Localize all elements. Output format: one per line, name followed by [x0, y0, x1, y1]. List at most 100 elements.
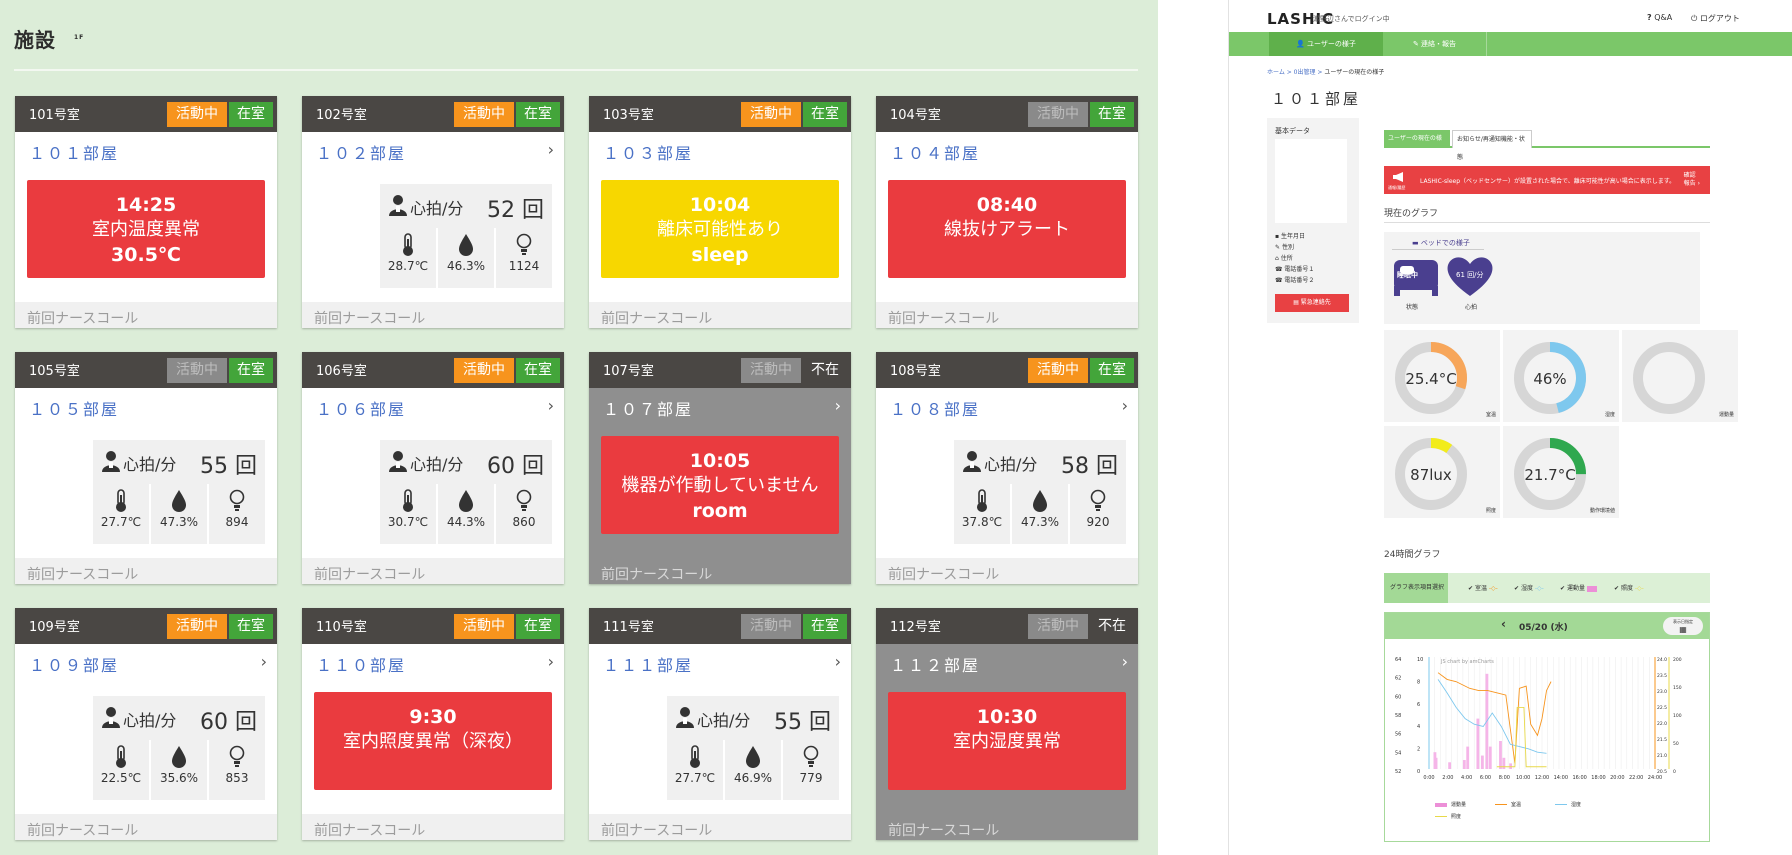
alert-box[interactable]: 9:30 室内照度異常（深夜） — [314, 692, 552, 790]
chevron-right-icon[interactable]: › — [261, 652, 267, 671]
donut-gauge — [1633, 342, 1705, 414]
alert-box[interactable]: 10:30 室内湿度異常 — [888, 692, 1126, 790]
temperature-cell: 28.7℃ — [380, 228, 436, 288]
room-card[interactable]: 103号室 活動中 在室 １０３部屋 10:04 離床可能性あり sleep 前回ナースコール — [589, 96, 851, 328]
lux-cell: 1124 — [496, 228, 552, 288]
heart-rate-value: 52 回 — [486, 198, 544, 223]
alert-time: 10:04 — [689, 194, 751, 216]
breadcrumb-home[interactable]: ホーム — [1267, 69, 1285, 76]
nav-contact[interactable]: ✎ 連絡・報告 — [1383, 32, 1487, 56]
alert-banner[interactable]: 通報/履歴 LASHIC-sleep（ベッドセンサー）が設置された場合で、離床可… — [1384, 166, 1710, 194]
humidity-cell: 47.3% — [151, 484, 207, 544]
gauge-label: 照度 — [1485, 508, 1496, 514]
filter-lux[interactable]: ✔ 照度 -◇- — [1614, 583, 1644, 592]
chevron-right-icon[interactable]: › — [1122, 652, 1128, 671]
logout-link[interactable]: ⏻ ログアウト — [1691, 13, 1740, 24]
heart-rate-row: 心拍/分 52 回 — [380, 184, 552, 227]
temperature-cell: 22.5℃ — [93, 740, 149, 800]
room-card[interactable]: 107号室 活動中 不在 １０７部屋 › 10:05 機器が作動していません room 前回ナー… — [589, 352, 851, 584]
filter-humidity[interactable]: ✔ 湿度 -◇- — [1514, 583, 1544, 592]
chevron-right-icon[interactable]: › — [548, 140, 554, 159]
room-name-link[interactable]: １１０部屋 — [316, 652, 406, 676]
room-card[interactable]: 105号室 活動中 在室 １０５部屋 心拍/分 55 回 27.7℃ 47.3% 894 前回ナー… — [15, 352, 277, 584]
room-card[interactable]: 106号室 活動中 在室 １０６部屋 › 心拍/分 60 回 30.7℃ 44.3% 860 前回ナ… — [302, 352, 564, 584]
date-picker-button[interactable]: 表示日指定 ▦ — [1663, 617, 1703, 635]
lux-cell: 853 — [209, 740, 265, 800]
person-icon — [962, 450, 982, 472]
phone1-row: ☎ 電話番号１ — [1275, 266, 1315, 273]
room-card[interactable]: 109号室 活動中 在室 １０９部屋 › 心拍/分 60 回 22.5℃ 35.6% 853 前回ナ… — [15, 608, 277, 840]
room-name-link[interactable]: １０１部屋 — [29, 140, 119, 164]
alert-box[interactable]: 14:25 室内温度異常 30.5℃ — [27, 180, 265, 278]
gauge-tile: 運動量 — [1622, 330, 1738, 422]
alert-confirm-link[interactable]: 確認 報告 › — [1684, 172, 1700, 188]
y-tick-label: 50 — [1673, 741, 1679, 747]
alert-message: LASHIC-sleep（ベッドセンサー）が設置された場合で、離床可能性が高い場… — [1420, 178, 1676, 185]
tab-current-state[interactable]: ユーザーの現在の様子 — [1384, 130, 1450, 160]
lux-cell: 920 — [1070, 484, 1126, 544]
room-card[interactable]: 104号室 活動中 在室 １０４部屋 08:40 線抜けアラート 前回ナースコール — [876, 96, 1138, 328]
humidity-cell: 35.6% — [151, 740, 207, 800]
section-divider — [1384, 222, 1710, 223]
nav-users[interactable]: 👤 ユーザーの様子 — [1269, 32, 1383, 56]
room-name-link[interactable]: １０３部屋 — [603, 140, 693, 164]
x-tick-label: 10:00 — [1516, 775, 1530, 781]
gauge-label: 室温 — [1485, 412, 1496, 418]
room-card[interactable]: 102号室 活動中 在室 １０２部屋 › 心拍/分 52 回 28.7℃ 46.3% 1124 前回… — [302, 96, 564, 328]
room-name-link[interactable]: １１１部屋 — [603, 652, 693, 676]
room-card[interactable]: 112号室 活動中 不在 １１２部屋 › 10:30 室内湿度異常 前回ナースコール — [876, 608, 1138, 840]
chevron-right-icon[interactable]: › — [1122, 396, 1128, 415]
alert-message: 室内湿度異常 — [953, 731, 1061, 752]
activity-bar — [1499, 741, 1502, 769]
room-name-link[interactable]: １０７部屋 — [603, 396, 693, 420]
legend-activity: 運動量 — [1435, 801, 1466, 808]
room-number: 112号室 — [890, 620, 941, 635]
y-tick-label: 21.5 — [1657, 737, 1667, 743]
room-card[interactable]: 101号室 活動中 在室 １０１部屋 14:25 室内温度異常 30.5℃ 前回ナースコール — [15, 96, 277, 328]
room-name-link[interactable]: １０４部屋 — [890, 140, 980, 164]
bed-state-label: 状態 — [1406, 304, 1419, 311]
room-number: 104号室 — [890, 108, 941, 123]
last-nurse-call: 前回ナースコール — [589, 558, 851, 584]
qa-link[interactable]: ? Q&A — [1647, 13, 1672, 22]
last-nurse-call: 前回ナースコール — [876, 814, 1138, 840]
tab-notifications[interactable]: お知らせ/再通知機能・状態 — [1452, 130, 1532, 161]
alert-box[interactable]: 10:05 機器が作動していません room — [601, 436, 839, 534]
room-name-link[interactable]: １１２部屋 — [890, 652, 980, 676]
alert-box[interactable]: 08:40 線抜けアラート — [888, 180, 1126, 278]
activity-badge: 活動中 — [454, 614, 514, 639]
gauge-tile: 25.4°C 室温 — [1384, 330, 1500, 422]
chevron-right-icon[interactable]: › — [548, 652, 554, 671]
room-name-link[interactable]: １０５部屋 — [29, 396, 119, 420]
chevron-right-icon[interactable]: › — [548, 396, 554, 415]
chevron-right-icon[interactable]: › — [835, 652, 841, 671]
room-card[interactable]: 110号室 活動中 在室 １１０部屋 › 9:30 室内照度異常（深夜） 前回ナースコール — [302, 608, 564, 840]
room-name-link[interactable]: １０９部屋 — [29, 652, 119, 676]
thermometer-icon — [93, 745, 149, 769]
breadcrumb-list[interactable]: 0出管理 — [1294, 69, 1316, 76]
alert-box[interactable]: 10:04 離床可能性あり sleep — [601, 180, 839, 278]
last-nurse-call: 前回ナースコール — [589, 302, 851, 328]
x-tick-label: 22:00 — [1629, 775, 1643, 781]
alert-extra: room — [692, 500, 748, 522]
chevron-right-icon[interactable]: › — [835, 396, 841, 415]
last-nurse-call: 前回ナースコール — [15, 558, 277, 584]
room-name-link[interactable]: １０８部屋 — [890, 396, 980, 420]
room-name-link[interactable]: １０２部屋 — [316, 140, 406, 164]
alert-message: 室内照度異常（深夜） — [343, 731, 523, 752]
water-drop-icon — [438, 489, 494, 513]
gauge-value: 21.7°C — [1524, 466, 1576, 484]
emergency-contact-button[interactable]: ▤ 緊急連絡先 — [1275, 294, 1349, 312]
y-tick-label: 200 — [1673, 657, 1682, 663]
filter-temp[interactable]: ✔ 室温 -◇- — [1468, 583, 1498, 592]
light-bulb-icon — [496, 489, 552, 513]
room-card[interactable]: 108号室 活動中 在室 １０８部屋 › 心拍/分 58 回 37.8℃ 47.3% 920 前回ナ… — [876, 352, 1138, 584]
room-name-link[interactable]: １０６部屋 — [316, 396, 406, 420]
room-card[interactable]: 111号室 活動中 在室 １１１部屋 › 心拍/分 55 回 27.7℃ 46.9% 779 前回ナ… — [589, 608, 851, 840]
graph24-box: ‹ 05/20 (水) 表示日指定 ▦ 0:00 2:00 4:00 6:00 8:00 1… — [1384, 612, 1710, 842]
presence-badge: 在室 — [803, 614, 847, 639]
lux-cell: 860 — [496, 484, 552, 544]
last-nurse-call: 前回ナースコール — [876, 302, 1138, 328]
prev-day-button[interactable]: ‹ — [1501, 617, 1506, 631]
filter-activity[interactable]: ✔ 運動量 — [1560, 583, 1597, 592]
